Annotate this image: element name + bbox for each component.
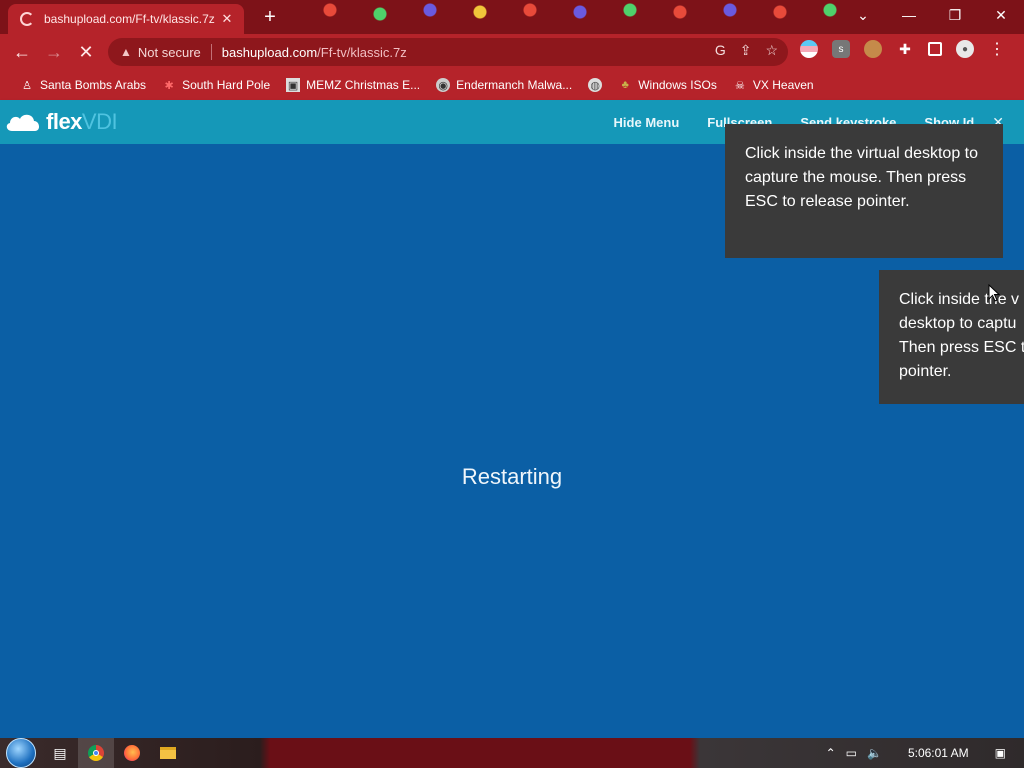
windows-start-icon xyxy=(6,738,36,768)
skull-icon: ☠ xyxy=(734,79,745,92)
minimize-button[interactable]: — xyxy=(886,0,932,30)
firefox-icon xyxy=(124,745,140,761)
back-button[interactable]: ← xyxy=(6,36,38,68)
taskbar-file-explorer[interactable] xyxy=(150,738,186,768)
extensions-puzzle-icon[interactable]: ✚ xyxy=(896,40,914,58)
snowflake-icon: ✱ xyxy=(164,79,174,92)
tooltip-line: pointer. xyxy=(899,363,952,380)
folder-icon xyxy=(160,747,176,759)
capture-tooltip: Click inside the virtual desktop to capt… xyxy=(725,124,1003,258)
side-panel-icon[interactable] xyxy=(928,42,942,56)
bookmark-item[interactable]: ◍ xyxy=(580,78,610,92)
hide-menu-button[interactable]: Hide Menu xyxy=(600,115,694,130)
tab-title: bashupload.com/Ff-tv/klassic.7z xyxy=(44,12,215,26)
raccoon-icon: ◉ xyxy=(436,78,451,92)
system-tray: ⌃ ▭ 🔈 5:06:01 AM ▣ xyxy=(826,738,1024,768)
share-icon[interactable]: ⇪ xyxy=(740,42,752,59)
bookmark-label: VX Heaven xyxy=(752,78,814,92)
tooltip-line: Then press ESC t xyxy=(899,339,1024,356)
status-message: Restarting xyxy=(461,464,563,489)
s-extension-icon[interactable]: s xyxy=(832,40,850,58)
image-icon: ▣ xyxy=(286,78,301,92)
bookmark-label: MEMZ Christmas E... xyxy=(306,78,421,92)
user-icon: ♙ xyxy=(22,79,32,92)
volume-icon[interactable]: 🔈 xyxy=(867,746,882,760)
bookmark-item[interactable]: ♣ Windows ISOs xyxy=(610,78,725,92)
security-status[interactable]: Not secure xyxy=(138,45,201,60)
bookmark-star-icon[interactable]: ☆ xyxy=(765,42,778,59)
clock[interactable]: 5:06:01 AM xyxy=(892,746,985,760)
restore-button[interactable]: ❐ xyxy=(932,0,978,30)
logo-text: flexVDI xyxy=(46,109,118,134)
notification-icon[interactable]: ▣ xyxy=(995,746,1006,760)
network-icon[interactable]: ▭ xyxy=(846,746,857,760)
bookmark-item[interactable]: ◉ Endermanch Malwa... xyxy=(428,78,580,92)
windows-taskbar: ▤ ⌃ ▭ 🔈 5:06:01 AM ▣ xyxy=(0,738,1024,768)
tree-icon: ♣ xyxy=(621,79,629,91)
warning-icon[interactable]: ▲ xyxy=(120,45,132,59)
globe-icon: ◍ xyxy=(588,78,603,92)
bookmark-label: South Hard Pole xyxy=(182,78,271,92)
tooltip-line: desktop to captu xyxy=(899,315,1017,332)
close-window-button[interactable]: ✕ xyxy=(978,0,1024,30)
flag-extension-icon[interactable] xyxy=(800,40,818,58)
chrome-menu-icon[interactable]: ⋮ xyxy=(988,40,1006,58)
browser-tab[interactable]: bashupload.com/Ff-tv/klassic.7z ✕ xyxy=(8,4,244,34)
stop-loading-button[interactable]: ✕ xyxy=(70,36,102,68)
tooltip-line: Click inside the v xyxy=(899,291,1020,308)
bookmark-item[interactable]: ▣ MEMZ Christmas E... xyxy=(278,78,428,92)
avatar-extension-icon[interactable] xyxy=(864,40,882,58)
chevron-up-icon[interactable]: ⌃ xyxy=(826,746,836,760)
bookmark-label: Endermanch Malwa... xyxy=(456,78,573,92)
forward-button[interactable]: → xyxy=(38,36,70,68)
bookmark-item[interactable]: ♙ Santa Bombs Arabs xyxy=(12,78,154,92)
url-path: /Ff-tv/klassic.7z xyxy=(317,44,407,60)
bookmark-item[interactable]: ✱ South Hard Pole xyxy=(154,78,278,92)
tab-search-button[interactable]: ⌄ xyxy=(840,0,886,30)
profile-icon[interactable]: ● xyxy=(956,40,974,58)
capture-tooltip-duplicate: Click inside the v desktop to captu Then… xyxy=(879,270,1024,404)
start-button[interactable] xyxy=(0,738,42,768)
bookmark-item[interactable]: ☠ VX Heaven xyxy=(725,78,822,92)
tab-close-icon[interactable]: ✕ xyxy=(218,10,236,28)
address-bar[interactable]: ▲ Not secure bashupload.com /Ff-tv/klass… xyxy=(108,38,788,66)
mouse-pointer-icon xyxy=(988,284,1000,302)
url-host: bashupload.com xyxy=(221,44,318,60)
omnibox-actions: G ⇪ ☆ xyxy=(715,42,778,59)
flexvdi-logo: flexVDI xyxy=(4,108,118,136)
omnibox-divider xyxy=(210,44,212,60)
new-tab-button[interactable]: + xyxy=(258,6,282,28)
taskbar-firefox[interactable] xyxy=(114,738,150,768)
taskbar-chrome[interactable] xyxy=(78,738,114,768)
tab-loading-icon xyxy=(20,12,34,26)
cloud-icon xyxy=(6,114,40,131)
bookmark-label: Santa Bombs Arabs xyxy=(40,78,147,92)
task-view-icon[interactable]: ▤ xyxy=(42,738,78,768)
extensions-area: s ✚ ● ⋮ xyxy=(800,40,1006,58)
tab-strip: bashupload.com/Ff-tv/klassic.7z ✕ + ⌄ — … xyxy=(0,0,1024,34)
bookmarks-bar: ♙ Santa Bombs Arabs ✱ South Hard Pole ▣ … xyxy=(0,70,1024,100)
bookmark-label: Windows ISOs xyxy=(638,78,717,92)
window-controls: ⌄ — ❐ ✕ xyxy=(840,0,1024,30)
chrome-icon xyxy=(88,745,104,761)
google-lens-icon[interactable]: G xyxy=(715,42,726,59)
